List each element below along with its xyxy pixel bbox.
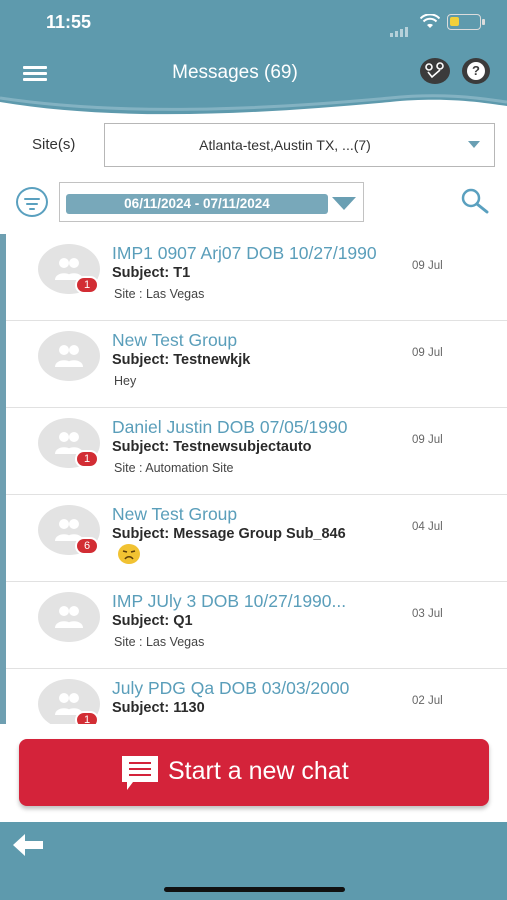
group-avatar-icon [38,592,100,642]
message-date: 09 Jul [412,434,443,446]
message-row[interactable]: 1 July PDG Qa DOB 03/03/2000 Subject: 11… [6,669,507,724]
message-title: IMP1 0907 Arj07 DOB 10/27/1990 [112,243,377,263]
message-row[interactable]: IMP JUly 3 DOB 10/27/1990... Subject: Q1… [6,582,507,669]
unread-count-badge: 6 [75,537,99,555]
message-date: 03 Jul [412,608,443,620]
bottom-bar [0,822,507,900]
unread-count-badge: 1 [75,276,99,294]
message-site: Site : Automation Site [114,461,234,475]
unread-count-badge: 1 [75,711,99,724]
back-arrow-icon[interactable] [13,834,43,856]
chevron-down-icon [332,197,356,210]
header-wave-decoration [0,94,507,120]
unread-count-badge: 1 [75,450,99,468]
message-date: 04 Jul [412,521,443,533]
page-title: Messages (69) [172,62,298,83]
message-date: 09 Jul [412,347,443,359]
start-new-chat-label: Start a new chat [168,757,349,785]
date-range-value: 06/11/2024 - 07/11/2024 [66,194,328,214]
cellular-signal-icon [390,19,410,37]
message-subject: Subject: Message Group Sub_846 [112,526,346,542]
message-date: 02 Jul [412,695,443,707]
start-new-chat-button[interactable]: Start a new chat [19,739,489,806]
message-row[interactable]: New Test Group Subject: Testnewkjk Hey 0… [6,321,507,408]
admin-tools-icon[interactable] [420,58,450,84]
message-row[interactable]: 6 New Test Group Subject: Message Group … [6,495,507,582]
message-subject: Subject: 1130 [112,700,205,716]
wifi-icon [420,14,440,28]
message-site: Site : Las Vegas [114,635,205,649]
message-date: 09 Jul [412,260,443,272]
date-range-picker[interactable]: 06/11/2024 - 07/11/2024 [59,182,364,222]
site-label: Site(s) [32,136,76,153]
search-icon[interactable] [460,187,490,215]
message-title: New Test Group [112,504,238,524]
list-accent-bar [0,234,6,724]
message-title: IMP JUly 3 DOB 10/27/1990... [112,591,347,611]
message-subject: Subject: Q1 [112,613,193,629]
message-title: July PDG Qa DOB 03/03/2000 [112,678,350,698]
app-header: 11:55 Messages (69) ? [0,0,507,120]
chat-bubble-icon [122,756,158,790]
message-title: Daniel Justin DOB 07/05/1990 [112,417,348,437]
chevron-down-icon [468,141,480,148]
site-dropdown-value: Atlanta-test,Austin TX, ...(7) [199,137,371,153]
battery-icon [447,14,485,30]
home-indicator [164,887,345,892]
message-row[interactable]: 1 Daniel Justin DOB 07/05/1990 Subject: … [6,408,507,495]
group-avatar-icon [38,331,100,381]
site-dropdown[interactable]: Atlanta-test,Austin TX, ...(7) [104,123,495,167]
help-icon[interactable]: ? [462,58,490,84]
message-site: Site : Las Vegas [114,287,205,301]
filter-icon[interactable] [16,187,48,217]
message-title: New Test Group [112,330,238,350]
message-list[interactable]: 1 IMP1 0907 Arj07 DOB 10/27/1990 Subject… [0,234,507,724]
message-subject: Subject: T1 [112,265,191,281]
message-subject: Subject: Testnewkjk [112,352,251,368]
message-row[interactable]: 1 IMP1 0907 Arj07 DOB 10/27/1990 Subject… [6,234,507,321]
status-bar: 11:55 [0,0,507,46]
message-subject: Subject: Testnewsubjectauto [112,439,312,455]
disappointed-face-emoji-icon [118,544,140,564]
status-time: 11:55 [46,12,92,32]
message-preview: Hey [114,374,137,388]
